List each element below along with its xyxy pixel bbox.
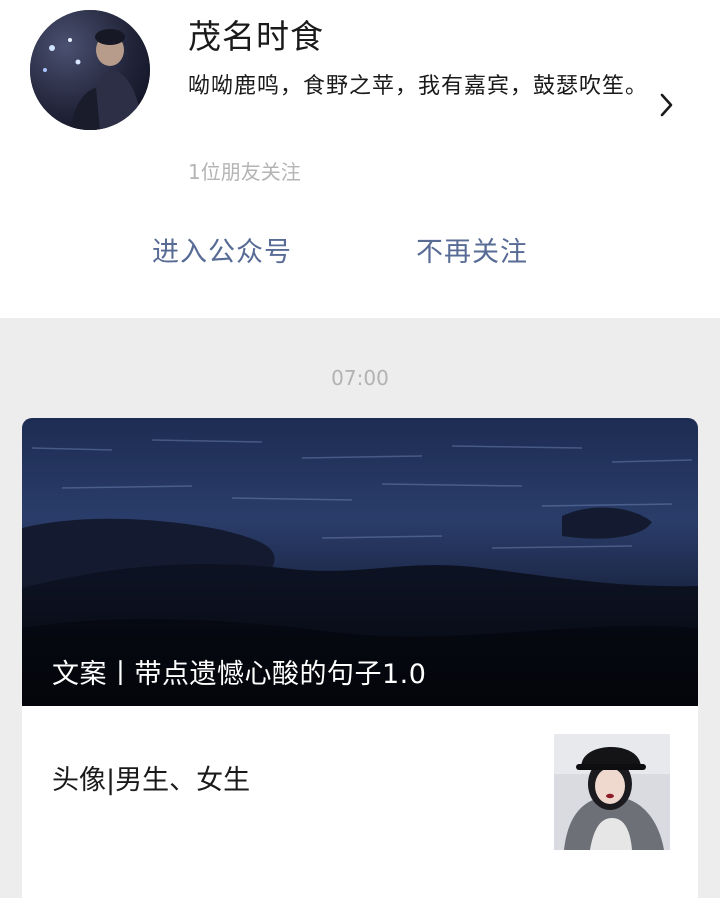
article-item[interactable]: 头像|男生、女生: [22, 706, 698, 898]
cover-article[interactable]: 文案丨带点遗憾心酸的句子1.0: [22, 418, 698, 706]
followers-count: 1位朋友关注: [188, 160, 301, 184]
article-thumbnail: [554, 734, 670, 850]
cover-article-title: 文案丨带点遗憾心酸的句子1.0: [52, 659, 427, 690]
chevron-right-icon[interactable]: [654, 90, 678, 120]
account-description: 呦呦鹿鸣，食野之苹，我有嘉宾，鼓瑟吹笙。: [188, 74, 649, 99]
article-card: 文案丨带点遗憾心酸的句子1.0 头像|男生、女生: [22, 418, 698, 898]
account-header: 茂名时食 呦呦鹿鸣，食野之苹，我有嘉宾，鼓瑟吹笙。 1位朋友关注 进入公众号 不…: [0, 0, 720, 318]
account-name: 茂名时食: [188, 17, 324, 56]
unfollow-button[interactable]: 不再关注: [416, 230, 528, 269]
enter-account-button[interactable]: 进入公众号: [152, 230, 292, 269]
account-avatar[interactable]: [30, 10, 150, 130]
article-title: 头像|男生、女生: [52, 765, 251, 796]
message-timestamp: 07:00: [331, 366, 389, 390]
